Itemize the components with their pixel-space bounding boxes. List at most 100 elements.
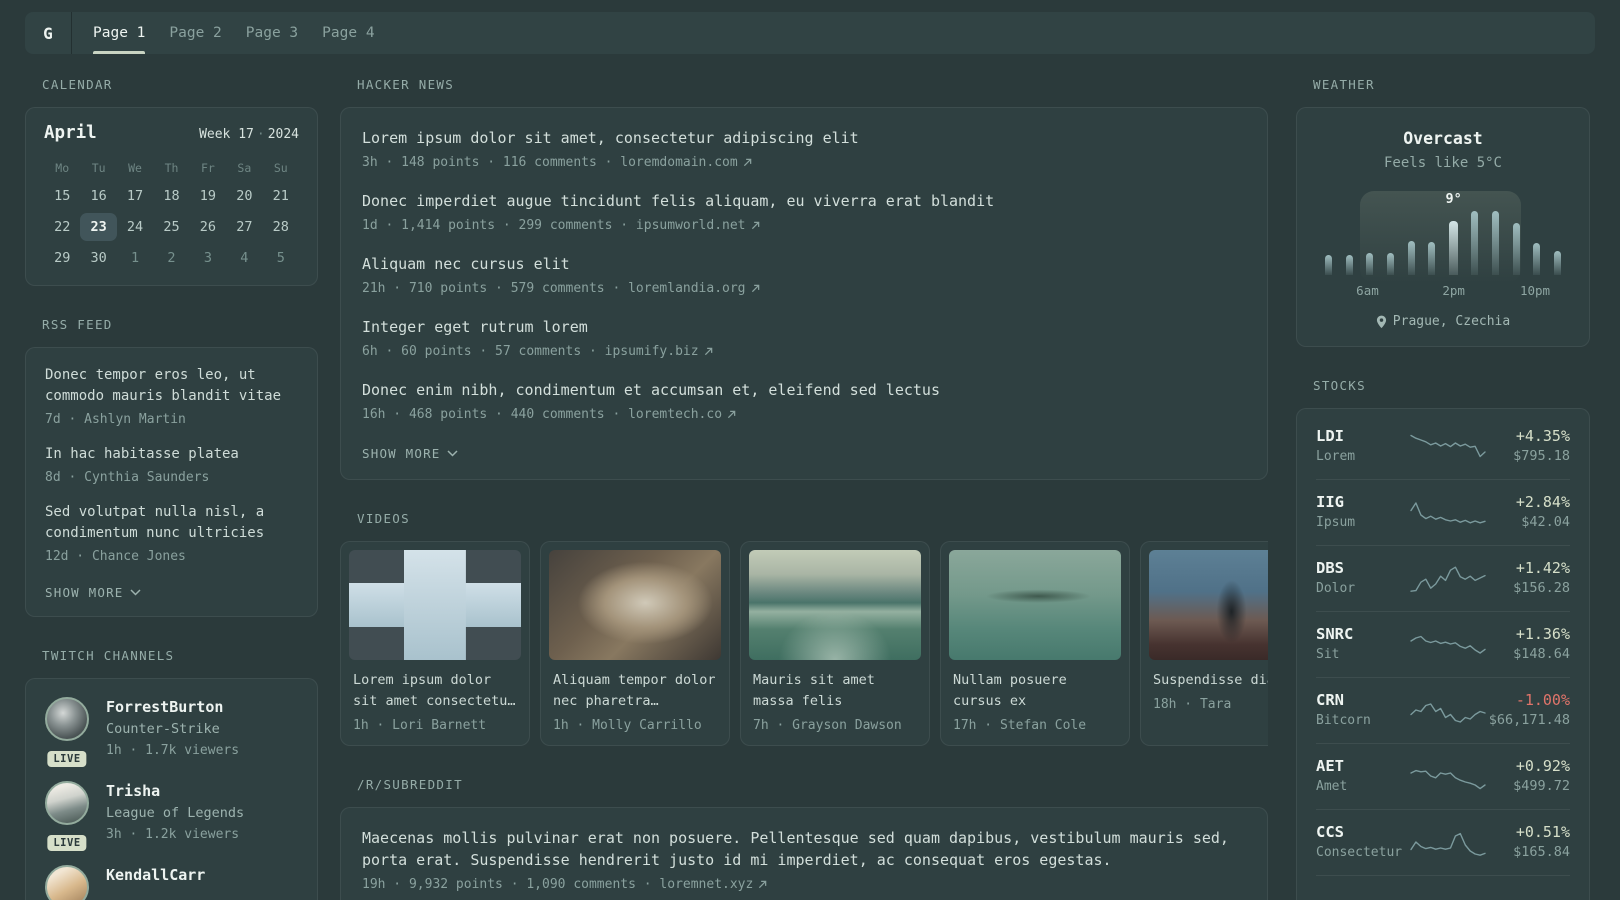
twitch-channel-name[interactable]: Trisha xyxy=(106,781,244,801)
rss-section: RSS FEED Donec tempor eros leo, ut commo… xyxy=(25,316,318,617)
twitch-channel-name[interactable]: ForrestBurton xyxy=(106,697,239,717)
rss-section-title: RSS FEED xyxy=(42,317,113,332)
hn-story-title[interactable]: Lorem ipsum dolor sit amet, consectetur … xyxy=(362,127,1246,149)
external-link-icon xyxy=(759,880,767,889)
hn-story-meta: 3h · 148 points · 116 comments · loremdo… xyxy=(362,155,738,170)
stock-change: +1.42% xyxy=(1515,559,1570,577)
table-row: CRN Bitcorn -1.00% $66,171.48 xyxy=(1316,677,1570,743)
tab-page-1[interactable]: Page 1 xyxy=(93,12,146,54)
calendar-day[interactable]: 17 xyxy=(117,182,153,210)
list-item: Aliquam nec cursus elit 21h · 710 points… xyxy=(362,253,1246,298)
list-item: Donec imperdiet augue tincidunt felis al… xyxy=(362,190,1246,235)
stock-symbol[interactable]: AHS xyxy=(1316,897,1408,900)
calendar-day[interactable]: 21 xyxy=(263,182,299,210)
weather-bar xyxy=(1492,211,1499,275)
rss-show-more-button[interactable]: SHOW MORE xyxy=(45,585,141,600)
stock-symbol[interactable]: DBS xyxy=(1316,559,1408,578)
stock-symbol[interactable]: AET xyxy=(1316,757,1408,776)
app-logo[interactable]: G xyxy=(25,12,72,54)
calendar-day[interactable]: 15 xyxy=(44,182,80,210)
stock-symbol[interactable]: SNRC xyxy=(1316,625,1408,644)
list-item: Maecenas mollis pulvinar erat non posuer… xyxy=(362,827,1246,894)
calendar-day-header: Fr xyxy=(200,161,215,175)
calendar-day[interactable]: 24 xyxy=(117,213,153,241)
stock-symbol[interactable]: LDI xyxy=(1316,427,1408,446)
video-title[interactable]: Aliquam tempor dolor nec pharetra… xyxy=(553,670,717,712)
external-link-icon xyxy=(743,158,751,167)
calendar-day[interactable]: 3 xyxy=(190,244,226,272)
video-meta: 1h · Lori Barnett xyxy=(353,718,487,733)
table-row: DBS Dolor +1.42% $156.28 xyxy=(1316,545,1570,611)
videos-section-title: VIDEOS xyxy=(357,511,410,526)
hn-story-title[interactable]: Donec imperdiet augue tincidunt felis al… xyxy=(362,190,1246,212)
tab-page-2[interactable]: Page 2 xyxy=(169,12,221,54)
subreddit-post-title[interactable]: Maecenas mollis pulvinar erat non posuer… xyxy=(362,827,1246,871)
calendar-year: 2024 xyxy=(267,127,299,142)
video-title[interactable]: Mauris sit amet massa felis xyxy=(753,670,917,712)
avatar[interactable] xyxy=(45,865,89,900)
video-title[interactable]: Lorem ipsum dolor sit amet consectetu… xyxy=(353,670,517,712)
page-tabs: Page 1 Page 2 Page 3 Page 4 xyxy=(72,12,399,54)
calendar-day[interactable]: 19 xyxy=(190,182,226,210)
hn-story-title[interactable]: Aliquam nec cursus elit xyxy=(362,253,1246,275)
right-column: WEATHER Overcast Feels like 5°C 9° 6am 2… xyxy=(1296,76,1590,900)
hn-story-title[interactable]: Integer eget rutrum lorem xyxy=(362,316,1246,338)
calendar-day[interactable]: 2 xyxy=(153,244,189,272)
calendar-day-selected[interactable]: 23 xyxy=(80,213,117,241)
hn-story-meta: 21h · 710 points · 579 comments · loreml… xyxy=(362,281,746,296)
video-thumbnail[interactable] xyxy=(349,550,521,660)
stock-symbol[interactable]: CRN xyxy=(1316,691,1408,710)
video-thumbnail[interactable] xyxy=(749,550,921,660)
weather-hourly-chart: 9° xyxy=(1325,191,1561,283)
calendar-day[interactable]: 16 xyxy=(80,182,116,210)
calendar-day[interactable]: 18 xyxy=(153,182,189,210)
left-column: CALENDAR April Week 17 · 2024 Mo Tu We Th … xyxy=(25,76,318,900)
calendar-day[interactable]: 5 xyxy=(263,244,299,272)
tab-page-4[interactable]: Page 4 xyxy=(322,12,374,54)
table-row: AHS +0.46% xyxy=(1316,875,1570,900)
video-card: Nullam posuere cursus ex 17h · Stefan Co… xyxy=(940,541,1130,746)
hacker-news-section-title: HACKER NEWS xyxy=(357,77,455,92)
calendar-day[interactable]: 20 xyxy=(226,182,262,210)
calendar-day-header: We xyxy=(128,161,142,175)
stock-symbol[interactable]: CCS xyxy=(1316,823,1408,842)
list-item: Donec tempor eros leo, ut commodo mauris… xyxy=(45,365,298,429)
chevron-down-icon xyxy=(447,450,458,457)
weather-condition: Overcast xyxy=(1403,129,1483,148)
video-title[interactable]: Nullam posuere cursus ex xyxy=(953,670,1117,712)
rss-item-title[interactable]: Donec tempor eros leo, ut commodo mauris… xyxy=(45,365,298,407)
table-row: CCS Consectetur +0.51% $165.84 xyxy=(1316,809,1570,875)
calendar-day[interactable]: 25 xyxy=(153,213,189,241)
rss-item-meta: 7d · Ashlyn Martin xyxy=(45,412,186,427)
list-item: KendallCarr xyxy=(45,865,298,900)
hn-show-more-button[interactable]: SHOW MORE xyxy=(362,446,458,461)
table-row: SNRC Sit +1.36% $148.64 xyxy=(1316,611,1570,677)
weather-bar xyxy=(1553,251,1561,275)
rss-item-meta: 8d · Cynthia Saunders xyxy=(45,470,210,485)
stocks-section: STOCKS LDI Lorem +4.35% $795.18 IIG Ipsum +… xyxy=(1296,377,1590,900)
avatar[interactable] xyxy=(45,697,89,741)
calendar-day[interactable]: 4 xyxy=(226,244,262,272)
weather-location[interactable]: Prague, Czechia xyxy=(1317,314,1569,329)
calendar-day[interactable]: 29 xyxy=(44,244,80,272)
calendar-day[interactable]: 30 xyxy=(80,244,116,272)
calendar-day[interactable]: 1 xyxy=(117,244,153,272)
calendar-day[interactable]: 27 xyxy=(226,213,262,241)
video-thumbnail[interactable] xyxy=(549,550,721,660)
calendar-day[interactable]: 28 xyxy=(263,213,299,241)
video-title[interactable]: Suspendisse diam xyxy=(1153,670,1268,691)
stock-symbol[interactable]: IIG xyxy=(1316,493,1408,512)
calendar-day[interactable]: 26 xyxy=(190,213,226,241)
hn-story-meta: 16h · 468 points · 440 comments · loremt… xyxy=(362,407,723,422)
subreddit-widget: Maecenas mollis pulvinar erat non posuer… xyxy=(340,807,1268,900)
video-thumbnail[interactable] xyxy=(1149,550,1268,660)
hn-story-title[interactable]: Donec enim nibh, condimentum et accumsan… xyxy=(362,379,1246,401)
video-thumbnail[interactable] xyxy=(949,550,1121,660)
avatar[interactable] xyxy=(45,781,89,825)
rss-item-title[interactable]: In hac habitasse platea xyxy=(45,444,298,465)
twitch-channel-name[interactable]: KendallCarr xyxy=(106,865,205,885)
twitch-section: TWITCH CHANNELS LIVE ForrestBurton Count… xyxy=(25,647,318,900)
calendar-day[interactable]: 22 xyxy=(44,213,80,241)
tab-page-3[interactable]: Page 3 xyxy=(246,12,298,54)
rss-item-title[interactable]: Sed volutpat nulla nisl, a condimentum n… xyxy=(45,502,298,544)
